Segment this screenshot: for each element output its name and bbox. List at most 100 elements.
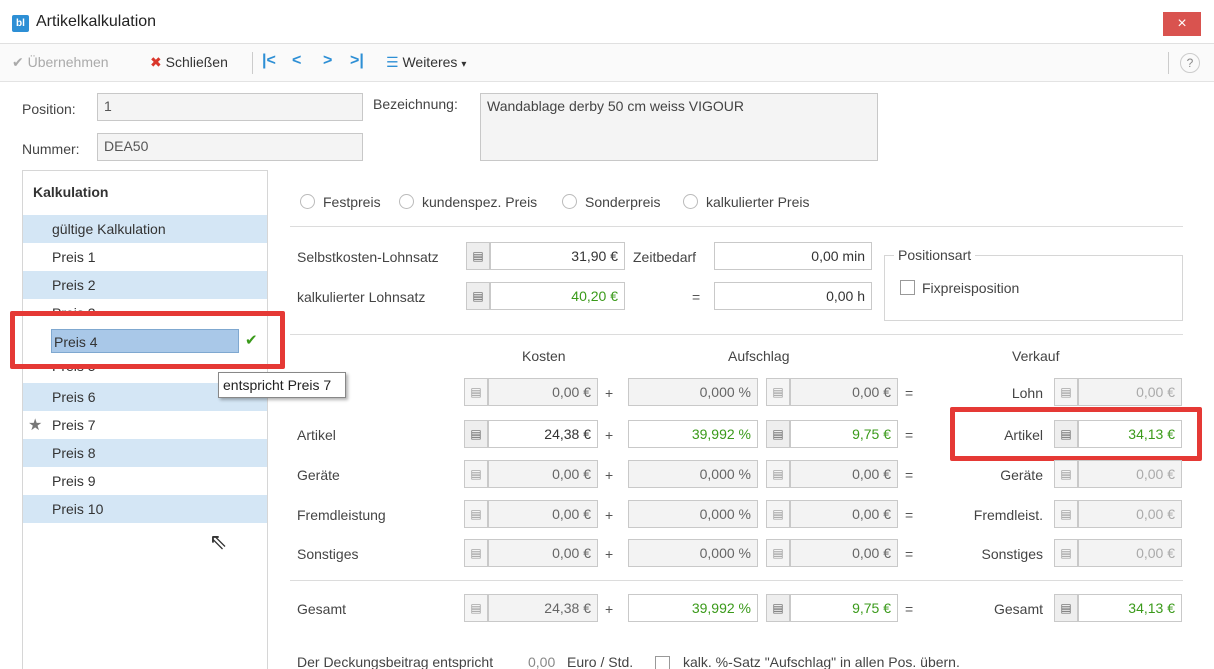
dropdown-arrow-icon: ▾ [461,59,467,70]
position-field[interactable]: 1 [97,93,363,121]
total-markup-input[interactable]: 9,75 € [790,594,898,622]
help-icon[interactable]: ? [1180,53,1200,73]
calculator-icon[interactable]: ▤ [766,539,790,567]
calculator-icon[interactable]: ▤ [766,420,790,448]
sale-input[interactable]: 0,00 € [1078,539,1182,567]
calculator-icon[interactable]: ▤ [766,378,790,406]
markup-input[interactable]: 0,00 € [790,378,898,406]
cost-rate-input[interactable]: 31,90 € [490,242,625,270]
cost-input[interactable]: 0,00 € [488,378,598,406]
time-input[interactable]: 0,00 min [714,242,872,270]
radio-kalkuliert[interactable] [683,194,698,209]
equals-sign: = [905,601,914,617]
cost-input[interactable]: 0,00 € [488,500,598,528]
nav-last-button[interactable]: >| [350,52,364,70]
list-item[interactable]: Preis 1 [23,243,267,271]
calculator-icon[interactable]: ▤ [464,460,488,488]
list-item[interactable]: ★ Preis 7 [23,411,267,439]
list-icon: ☰ [386,54,399,70]
calculator-icon[interactable]: ▤ [1054,539,1078,567]
calculator-icon[interactable]: ▤ [1054,460,1078,488]
total-sale-input[interactable]: 34,13 € [1078,594,1182,622]
calculator-icon[interactable]: ▤ [766,500,790,528]
cost-input[interactable]: 0,00 € [488,460,598,488]
calculator-icon[interactable]: ▤ [464,420,488,448]
cost-input[interactable]: 24,38 € [488,420,598,448]
accept-button[interactable]: ✔ Übernehmen [12,54,109,71]
checkmark-icon: ✔ [12,54,24,70]
list-item[interactable]: Preis 9 [23,467,267,495]
sale-input[interactable]: 0,00 € [1078,460,1182,488]
markup-input[interactable]: 0,00 € [790,500,898,528]
plus-sign: + [605,427,614,443]
total-percent-input[interactable]: 39,992 % [628,594,758,622]
star-icon: ★ [28,417,43,434]
close-window-button[interactable]: × [1163,12,1201,36]
calculator-icon[interactable]: ▤ [466,282,490,310]
calc-rate-label: kalkulierter Lohnsatz [297,289,426,305]
position-label: Position: [22,101,76,117]
sale-label: Lohn [1011,385,1043,401]
calculator-icon[interactable]: ▤ [464,500,488,528]
markup-input[interactable]: 0,00 € [790,539,898,567]
calculator-icon[interactable]: ▤ [1054,378,1078,406]
annotation-box-preis4 [10,311,285,369]
markup-input[interactable]: 9,75 € [790,420,898,448]
apply-all-checkbox[interactable] [655,656,670,669]
more-label: Weiteres [402,54,458,70]
sale-input[interactable]: 0,00 € [1078,378,1182,406]
sale-input[interactable]: 0,00 € [1078,500,1182,528]
calculation-list-title: Kalkulation [33,184,109,200]
row-label: Artikel [297,427,336,443]
list-item[interactable]: Preis 10 [23,495,267,523]
list-item[interactable]: Preis 2 [23,271,267,299]
more-button[interactable]: ☰ Weiteres ▾ [386,54,466,71]
percent-input[interactable]: 0,000 % [628,378,758,406]
calculator-icon[interactable]: ▤ [1054,594,1078,622]
calculator-icon[interactable]: ▤ [766,460,790,488]
equals-sign: = [905,467,914,483]
window-title: Artikelkalkulation [36,13,157,30]
number-field[interactable]: DEA50 [97,133,363,161]
equals-sign: = [905,507,914,523]
markup-input[interactable]: 0,00 € [790,460,898,488]
description-field[interactable]: Wandablage derby 50 cm weiss VIGOUR [480,93,878,161]
contribution-unit: Euro / Std. [567,654,634,669]
list-item[interactable]: gültige Kalkulation [23,215,267,243]
nav-prev-button[interactable]: < [292,52,301,70]
percent-input[interactable]: 0,000 % [628,500,758,528]
radio-kundenspez[interactable] [399,194,414,209]
percent-input[interactable]: 0,000 % [628,460,758,488]
percent-input[interactable]: 39,992 % [628,420,758,448]
total-cost-input[interactable]: 24,38 € [488,594,598,622]
calculator-icon[interactable]: ▤ [1054,500,1078,528]
calculator-icon[interactable]: ▤ [464,539,488,567]
list-item-label: Preis 7 [52,417,96,433]
calculator-icon[interactable]: ▤ [766,594,790,622]
close-button[interactable]: ✖ Schließen [150,54,228,71]
annotation-box-article-sale [950,407,1202,461]
mouse-cursor-icon: ⇖ [209,529,228,554]
divider [290,226,1183,227]
apply-all-label: kalk. %-Satz "Aufschlag" in allen Pos. ü… [683,654,960,669]
total-label: Gesamt [297,601,347,617]
list-item[interactable]: Preis 8 [23,439,267,467]
radio-sonderpreis[interactable] [562,194,577,209]
plus-sign: + [605,467,614,483]
toolbar-separator [1168,52,1169,74]
calc-rate-input[interactable]: 40,20 € [490,282,625,310]
cost-input[interactable]: 0,00 € [488,539,598,567]
fixed-price-checkbox[interactable] [900,280,915,295]
divider [290,334,1183,335]
nav-next-button[interactable]: > [323,52,332,70]
nav-first-button[interactable]: |< [262,52,276,70]
calculator-icon[interactable]: ▤ [464,594,488,622]
percent-input[interactable]: 0,000 % [628,539,758,567]
calculator-icon[interactable]: ▤ [464,378,488,406]
radio-festpreis[interactable] [300,194,315,209]
calculator-icon[interactable]: ▤ [466,242,490,270]
plus-sign: + [605,385,614,401]
contribution-text: Der Deckungsbeitrag entspricht [297,654,494,669]
hours-input[interactable]: 0,00 h [714,282,872,310]
close-label: Schließen [165,54,228,70]
